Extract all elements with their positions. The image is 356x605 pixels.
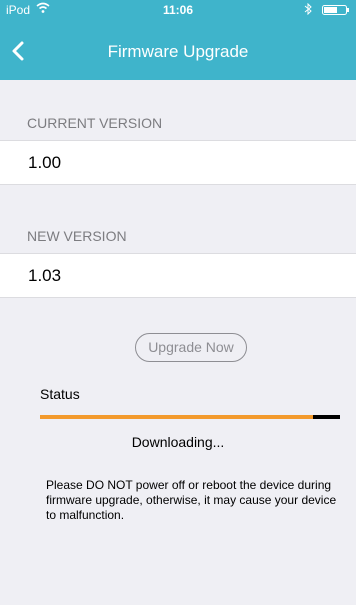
- clock: 11:06: [162, 3, 194, 17]
- progress-fill: [40, 415, 313, 419]
- new-version-header: NEW VERSION: [27, 228, 127, 244]
- current-version-value: 1.00: [0, 140, 356, 185]
- current-version-header: CURRENT VERSION: [27, 115, 163, 131]
- progress-status-text: Downloading...: [131, 434, 225, 450]
- status-label: Status: [40, 386, 80, 402]
- status-bar: iPod 11:06: [0, 0, 356, 20]
- new-version-value: 1.03: [0, 253, 356, 298]
- page-title: Firmware Upgrade: [107, 42, 249, 61]
- battery-icon: [322, 5, 349, 15]
- upgrade-now-button[interactable]: Upgrade Now: [135, 333, 247, 362]
- warning-text: Please DO NOT power off or reboot the de…: [46, 478, 337, 522]
- progress-bar: [40, 415, 340, 419]
- navigation-bar: iPod 11:06 Firmware Upgrade: [0, 0, 356, 80]
- bluetooth-icon: [304, 3, 312, 15]
